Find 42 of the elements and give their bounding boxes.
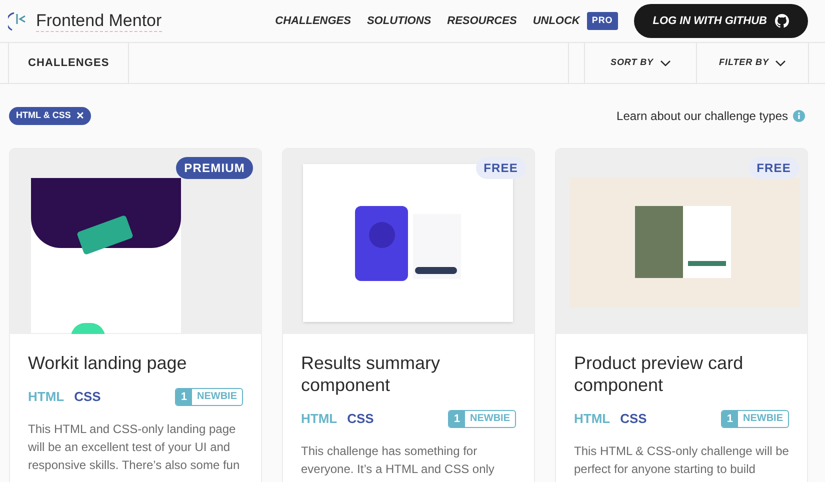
- language-tag: HTML: [574, 409, 610, 428]
- pro-badge: PRO: [586, 12, 618, 30]
- language-tag: CSS: [347, 409, 374, 428]
- info-icon: [793, 110, 805, 122]
- challenge-card[interactable]: PREMIUM Workit landing page HTML CSS 1 NEWBIE This HTML and CSS-only landing page will be an excellent test of your UI and responsive skills. There’s also some fun: [9, 148, 262, 482]
- filter-chip[interactable]: HTML & CSS ✕: [9, 107, 91, 125]
- challenge-card[interactable]: FREE Results summary component HTML CSS 1 NEWBIE This challenge has something for everyone. It’s a HTML and CSS only: [282, 148, 535, 482]
- language-tag: CSS: [620, 409, 647, 428]
- challenge-description: This challenge has something for everyone. It’s a HTML and CSS only: [301, 442, 496, 478]
- plan-badge: FREE: [748, 157, 799, 179]
- chevron-down-icon: [660, 60, 670, 66]
- challenge-description: This HTML & CSS-only challenge will be perfect for anyone starting to build: [574, 442, 789, 478]
- language-tag: HTML: [28, 387, 64, 406]
- challenge-card[interactable]: FREE Product preview card component HTML CSS 1 NEWBIE This HTML & CSS-only challenge will be perfect for anyone starting to build: [555, 148, 808, 482]
- difficulty-label: NEWBIE: [469, 412, 511, 426]
- filter-dropdown[interactable]: FILTER BY: [697, 43, 809, 83]
- logo-icon: [8, 10, 28, 32]
- chevron-down-icon: [774, 60, 786, 66]
- language-tag: HTML: [301, 409, 338, 428]
- nav-link[interactable]: RESOURCES: [447, 12, 517, 30]
- nav-link[interactable]: SOLUTIONS: [366, 12, 432, 30]
- github-icon: [775, 14, 789, 28]
- plan-badge: PREMIUM: [176, 157, 253, 179]
- plan-badge: FREE: [476, 157, 526, 179]
- challenge-title[interactable]: Results summary component: [301, 352, 516, 396]
- language-tag: CSS: [74, 387, 101, 406]
- difficulty-number: 1: [448, 410, 465, 427]
- difficulty-label: NEWBIE: [196, 390, 238, 404]
- nav-link[interactable]: CHALLENGES: [275, 12, 351, 30]
- challenge-title[interactable]: Workit landing page: [28, 352, 243, 374]
- difficulty-number: 1: [722, 410, 738, 427]
- logo-text[interactable]: Frontend Mentor: [36, 10, 162, 32]
- challenge-description: This HTML and CSS-only landing page will be an excellent test of your UI and responsive skills. There’s also some fun: [28, 420, 241, 474]
- sort-dropdown[interactable]: SORT BY: [585, 43, 697, 83]
- challenge-types-link[interactable]: Learn about our challenge types: [616, 107, 788, 125]
- nav-link[interactable]: UNLOCK: [532, 12, 580, 30]
- challenge-title[interactable]: Product preview card component: [574, 352, 789, 396]
- section-title: CHALLENGES: [28, 56, 110, 71]
- difficulty-label: NEWBIE: [742, 412, 784, 426]
- login-button[interactable]: LOG IN WITH GITHUB: [634, 4, 808, 38]
- difficulty-number: 1: [176, 388, 192, 405]
- remove-filter-icon[interactable]: ✕: [76, 108, 84, 124]
